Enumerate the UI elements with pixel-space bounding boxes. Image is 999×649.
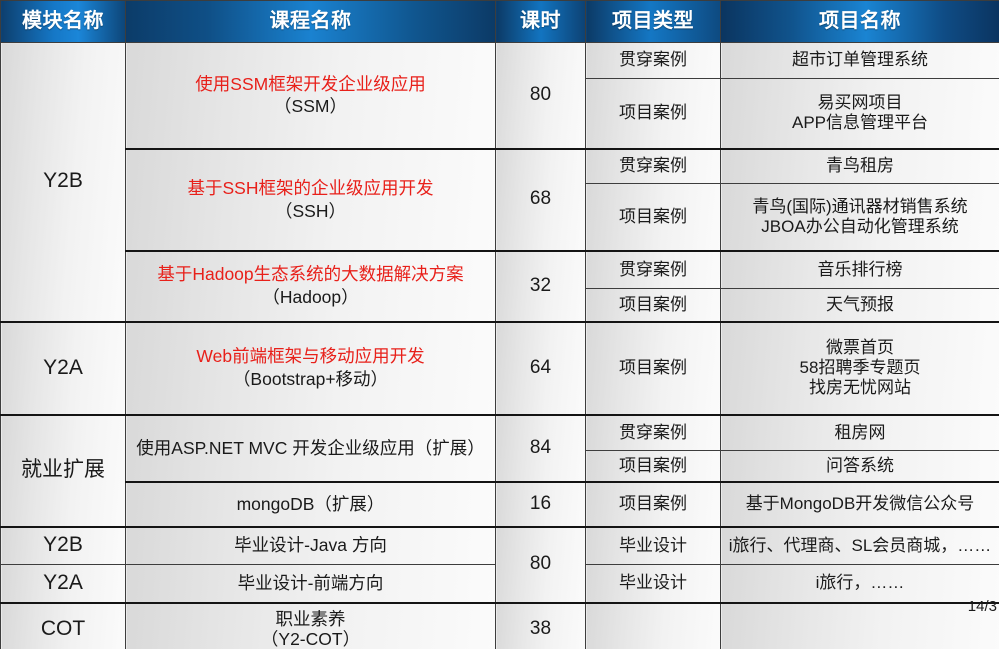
cell-ptype-aspnet-through: 贯穿案例 bbox=[585, 413, 721, 451]
pname-line-1: 青鸟(国际)通讯器材销售系统 bbox=[752, 196, 968, 216]
cell-pname-ssm-project: 易买网项目 APP信息管理平台 bbox=[720, 78, 999, 149]
course-title-cot: 职业素养 bbox=[275, 608, 346, 629]
table-row: mongoDB（扩展） 16 项目案例 基于MongoDB开发微信公众号 bbox=[1, 480, 999, 527]
cell-ptype-mongodb: 项目案例 bbox=[585, 480, 721, 527]
cell-pname-ssm-through: 超市订单管理系统 bbox=[720, 42, 999, 79]
cell-pname-hadoop-project: 天气预报 bbox=[720, 288, 999, 322]
column-header-project-type: 项目类型 bbox=[585, 0, 721, 43]
cell-hours-aspnet: 84 bbox=[495, 413, 586, 482]
cell-pname-aspnet-project: 问答系统 bbox=[720, 450, 999, 482]
cell-hours-ssh: 68 bbox=[495, 147, 586, 251]
cell-ptype-cot bbox=[585, 601, 721, 649]
course-title-ssm: 使用SSM框架开发企业级应用 bbox=[195, 73, 426, 94]
cell-pname-grad-java: i旅行、代理商、SL会员商城，…… bbox=[720, 525, 999, 565]
table-header: 模块名称 课程名称 课时 项目类型 项目名称 bbox=[0, 0, 999, 43]
cell-ptype-ssh-through: 贯穿案例 bbox=[585, 147, 721, 184]
course-subtitle-ssh: （SSH） bbox=[275, 200, 346, 221]
cell-pname-cot bbox=[720, 601, 999, 649]
cell-module-y2a-2: Y2A bbox=[0, 564, 126, 603]
cell-course-grad-front: 毕业设计-前端方向 bbox=[125, 564, 496, 603]
cell-ptype-aspnet-project: 项目案例 bbox=[585, 450, 721, 482]
cell-module-cot: COT bbox=[0, 601, 126, 649]
cell-ptype-hadoop-through: 贯穿案例 bbox=[585, 249, 721, 289]
cell-course-cot: 职业素养 （Y2-COT） bbox=[125, 601, 496, 649]
cell-pname-mongodb: 基于MongoDB开发微信公众号 bbox=[720, 480, 999, 527]
cell-course-grad-java: 毕业设计-Java 方向 bbox=[125, 525, 496, 565]
column-header-module: 模块名称 bbox=[0, 0, 126, 43]
cell-pname-grad-front: i旅行，…… bbox=[720, 564, 999, 603]
table-body: Y2B 使用SSM框架开发企业级应用 （SSM） 80 贯穿案例 超市订单管理系… bbox=[0, 42, 999, 649]
column-header-project-name: 项目名称 bbox=[720, 0, 999, 43]
cell-hours-web: 64 bbox=[495, 320, 586, 415]
table-row: Y2B 毕业设计-Java 方向 80 毕业设计 i旅行、代理商、SL会员商城，… bbox=[0, 525, 999, 603]
course-curriculum-table: 模块名称 课程名称 课时 项目类型 项目名称 Y2B 使用SSM框架开发企业级应… bbox=[0, 0, 999, 649]
course-subtitle-hadoop: （Hadoop） bbox=[262, 287, 359, 307]
cell-course-ssh: 基于SSH框架的企业级应用开发 （SSH） bbox=[125, 147, 496, 251]
cell-module-employment-extension: 就业扩展 bbox=[0, 413, 126, 527]
cell-course-web: Web前端框架与移动应用开发 （Bootstrap+移动） bbox=[125, 320, 496, 415]
column-header-course-name: 课程名称 bbox=[125, 0, 496, 43]
column-header-hours: 课时 bbox=[495, 0, 586, 43]
cell-ptype-hadoop-project: 项目案例 bbox=[585, 288, 721, 322]
pname-line-3: 找房无忧网站 bbox=[809, 378, 911, 398]
cell-ptype-ssm-through: 贯穿案例 bbox=[585, 42, 721, 79]
cell-course-mongodb: mongoDB（扩展） bbox=[125, 480, 496, 527]
cell-ptype-ssm-project: 项目案例 bbox=[585, 78, 721, 149]
cell-ptype-grad-front: 毕业设计 bbox=[585, 564, 721, 603]
course-subtitle-cot: （Y2-COT） bbox=[260, 629, 361, 649]
page-number-indicator: 14/3 bbox=[967, 598, 997, 615]
cell-pname-aspnet-through: 租房网 bbox=[720, 413, 999, 451]
course-title-grad-front: 毕业设计-前端方向 bbox=[237, 572, 384, 593]
header-row: 模块名称 课程名称 课时 项目类型 项目名称 bbox=[0, 0, 999, 43]
cell-module-y2b-2: Y2B bbox=[0, 525, 126, 565]
cell-ptype-ssh-project: 项目案例 bbox=[585, 183, 721, 251]
pname-line-1: 微票首页 bbox=[826, 337, 894, 357]
slide-page: 模块名称 课程名称 课时 项目类型 项目名称 Y2B 使用SSM框架开发企业级应… bbox=[0, 0, 999, 649]
table-row: 基于SSH框架的企业级应用开发 （SSH） 68 贯穿案例 青鸟租房 bbox=[1, 147, 999, 251]
cell-ptype-web: 项目案例 bbox=[585, 320, 721, 415]
cell-hours-hadoop: 32 bbox=[495, 249, 586, 322]
table-row: Y2A Web前端框架与移动应用开发 （Bootstrap+移动） 64 项目案… bbox=[0, 320, 999, 415]
cell-course-aspnet: 使用ASP.NET MVC 开发企业级应用（扩展） bbox=[125, 413, 496, 482]
pname-line-2: JBOA办公自动化管理系统 bbox=[761, 216, 959, 236]
table-row: COT 职业素养 （Y2-COT） 38 bbox=[0, 601, 999, 649]
course-subtitle-web: （Bootstrap+移动） bbox=[232, 369, 389, 389]
pname-line-2: APP信息管理平台 bbox=[791, 113, 929, 133]
cell-pname-web: 微票首页 58招聘季专题页 找房无忧网站 bbox=[720, 320, 999, 415]
course-title-hadoop: 基于Hadoop生态系统的大数据解决方案 bbox=[157, 264, 464, 285]
cell-pname-ssh-project: 青鸟(国际)通讯器材销售系统 JBOA办公自动化管理系统 bbox=[720, 183, 999, 251]
cell-ptype-grad-java: 毕业设计 bbox=[585, 525, 721, 565]
cell-course-ssm: 使用SSM框架开发企业级应用 （SSM） bbox=[125, 42, 496, 149]
course-title-web: Web前端框架与移动应用开发 bbox=[196, 346, 425, 367]
cell-hours-ssm: 80 bbox=[495, 42, 586, 149]
table-row: 就业扩展 使用ASP.NET MVC 开发企业级应用（扩展） 84 贯穿案例 租… bbox=[0, 413, 999, 527]
cell-module-y2a-1: Y2A bbox=[0, 320, 126, 415]
cell-hours-grad: 80 bbox=[495, 525, 586, 603]
cell-pname-ssh-through: 青鸟租房 bbox=[720, 147, 999, 184]
cell-module-y2b-1: Y2B bbox=[0, 42, 126, 322]
cell-pname-hadoop-through: 音乐排行榜 bbox=[720, 249, 999, 289]
pname-line-2: 58招聘季专题页 bbox=[799, 357, 921, 377]
cell-course-hadoop: 基于Hadoop生态系统的大数据解决方案 （Hadoop） bbox=[125, 249, 496, 322]
cell-hours-cot: 38 bbox=[495, 601, 586, 649]
course-title-mongodb: mongoDB（扩展） bbox=[236, 493, 385, 514]
table-row: Y2B 使用SSM框架开发企业级应用 （SSM） 80 贯穿案例 超市订单管理系… bbox=[0, 42, 999, 322]
table-row: 基于Hadoop生态系统的大数据解决方案 （Hadoop） 32 贯穿案例 音乐… bbox=[1, 249, 999, 322]
pname-line-1: 易买网项目 bbox=[817, 93, 903, 113]
course-title-aspnet: 使用ASP.NET MVC 开发企业级应用（扩展） bbox=[136, 437, 485, 458]
cell-hours-mongodb: 16 bbox=[495, 480, 586, 527]
course-title-ssh: 基于SSH框架的企业级应用开发 bbox=[187, 177, 434, 198]
course-title-grad-java: 毕业设计-Java 方向 bbox=[234, 535, 387, 556]
course-subtitle-ssm: （SSM） bbox=[274, 96, 347, 117]
